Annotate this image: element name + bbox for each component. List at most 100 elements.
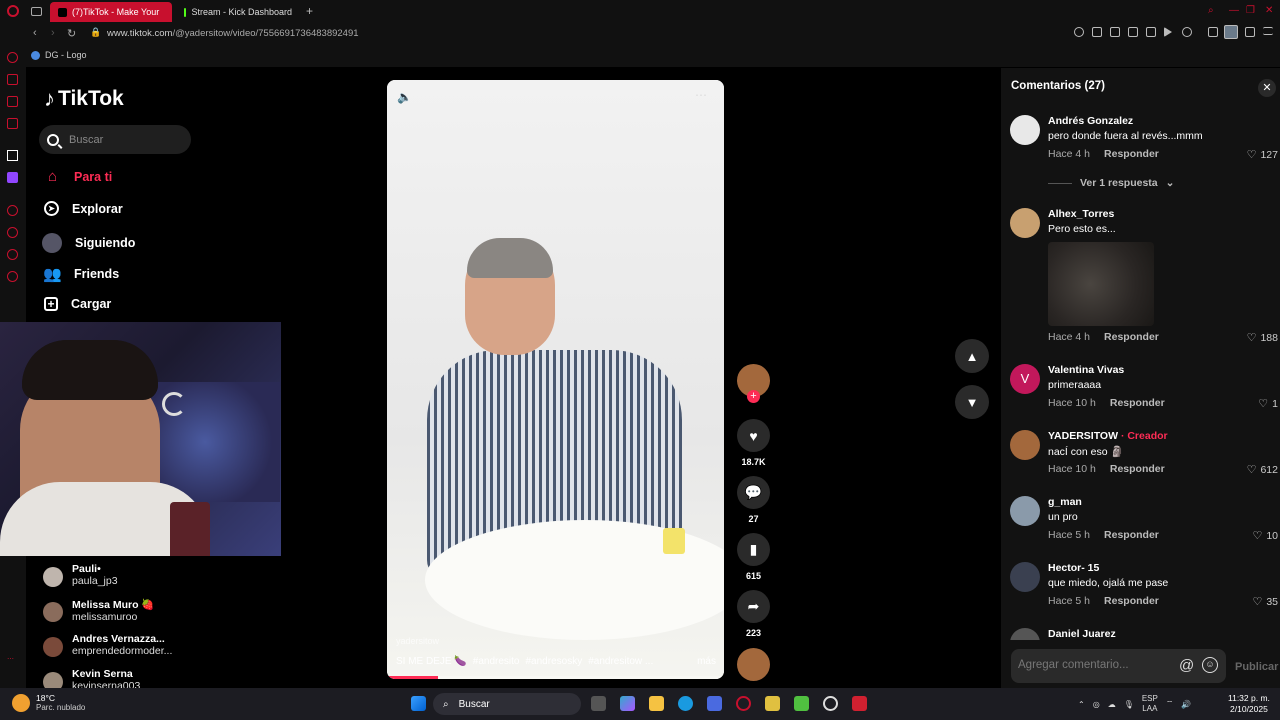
video-player[interactable]: 🔈 ⋯ yadersitow SI ME DEJE 🍆 #andresito #…	[387, 80, 724, 679]
file-explorer-icon[interactable]	[649, 696, 664, 711]
downloads-icon[interactable]	[1245, 27, 1255, 37]
avatar[interactable]	[1010, 628, 1040, 640]
share-action[interactable]: ➦ 223	[737, 590, 770, 638]
taskbar-search[interactable]: ⌕ Buscar	[433, 693, 581, 715]
bookmark-page-icon[interactable]	[1092, 27, 1102, 37]
comment-icon[interactable]: 💬	[737, 476, 770, 509]
sidebar-download-icon[interactable]	[7, 249, 18, 260]
sidebar-more-icon[interactable]: ⋯	[7, 655, 14, 663]
reply-button[interactable]: Responder	[1104, 148, 1159, 160]
avatar[interactable]	[1010, 430, 1040, 460]
app-icon[interactable]	[852, 696, 867, 711]
copilot-icon[interactable]	[620, 696, 635, 711]
follow-plus-icon[interactable]: +	[747, 390, 760, 403]
avatar[interactable]	[1010, 496, 1040, 526]
reload-button[interactable]: ↻	[67, 27, 76, 40]
view-replies-button[interactable]: Ver 1 respuesta ⌄	[1048, 177, 1174, 189]
heart-icon[interactable]: ♥	[737, 419, 770, 452]
mute-icon[interactable]: 🔈	[397, 90, 412, 104]
reply-button[interactable]: Responder	[1104, 595, 1159, 607]
sidebar-mail-icon[interactable]	[7, 118, 18, 129]
close-window-button[interactable]: ✕	[1265, 5, 1273, 16]
nav-explorar[interactable]: ➤ Explorar	[44, 201, 123, 216]
comment-gif-image[interactable]	[1048, 242, 1154, 326]
bookmark-icon[interactable]: ▮	[737, 533, 770, 566]
hashtag[interactable]: #andresito	[473, 656, 520, 667]
nav-siguiendo[interactable]: Siguiendo	[42, 233, 135, 253]
hashtag[interactable]: #andresitow ...	[588, 656, 653, 667]
following-item[interactable]: Kevin Serna kevinserna003	[43, 668, 140, 688]
nav-cargar[interactable]: + Cargar	[44, 297, 111, 311]
progress-track[interactable]	[387, 676, 724, 679]
opera-logo-icon[interactable]	[7, 5, 19, 17]
volume-icon[interactable]: 🔊	[1181, 700, 1191, 709]
comment-like[interactable]: ♡ 1	[1258, 397, 1278, 411]
sidebar-tiktok-icon[interactable]	[7, 150, 18, 161]
next-video-button[interactable]: ▼	[955, 385, 989, 419]
new-tab-button[interactable]: +	[306, 4, 313, 18]
comment-user[interactable]: Andrés Gonzalez	[1048, 115, 1133, 127]
bookmark-dg-logo[interactable]: DG - Logo	[31, 50, 87, 60]
save-action[interactable]: ▮ 615	[737, 533, 770, 581]
player-icon[interactable]	[1164, 27, 1172, 37]
more-options-icon[interactable]: ⋯	[695, 88, 707, 102]
avatar[interactable]	[1010, 115, 1040, 145]
following-item[interactable]: Andres Vernazza... emprendedormoder...	[43, 633, 172, 657]
sidebar-settings-icon[interactable]	[7, 271, 18, 282]
network-icon[interactable]: ⌔	[1166, 699, 1174, 709]
cloud-icon[interactable]: ☁	[1108, 700, 1116, 709]
avatar[interactable]	[1010, 208, 1040, 238]
mention-icon[interactable]: @	[1179, 657, 1194, 674]
comment-user[interactable]: g_man	[1048, 496, 1082, 508]
sidebar-messenger-icon[interactable]	[7, 96, 18, 107]
sidebar-ai-icon[interactable]	[7, 52, 18, 63]
sound-avatar[interactable]	[737, 648, 770, 681]
tab-kick[interactable]: Stream - Kick Dashboard	[176, 2, 300, 22]
comment-like[interactable]: ♡ 10	[1252, 529, 1278, 543]
clock[interactable]: 11:32 p. m. 2/10/2025	[1228, 693, 1270, 715]
tiktok-logo[interactable]: ♪ TikTok	[44, 86, 124, 112]
comment-like[interactable]: ♡ 612	[1247, 463, 1278, 477]
profile-avatar[interactable]	[1224, 25, 1238, 39]
reply-button[interactable]: Responder	[1104, 529, 1159, 541]
opera-taskbar-icon[interactable]	[736, 696, 751, 711]
comment-like[interactable]: ♡ 188	[1247, 331, 1278, 345]
app-icon[interactable]	[794, 696, 809, 711]
nav-para-ti[interactable]: ⌂ Para ti	[44, 168, 112, 185]
avatar[interactable]	[1010, 562, 1040, 592]
following-item[interactable]: Pauli• paula_jp3	[43, 563, 118, 587]
progress-bar[interactable]	[387, 676, 438, 679]
comment-user[interactable]: Valentina Vivas	[1048, 364, 1124, 376]
heart-icon[interactable]	[1182, 27, 1192, 37]
shield-icon[interactable]	[1128, 27, 1138, 37]
sidebar-clock-icon[interactable]	[7, 227, 18, 238]
mic-icon[interactable]: 🎙	[1124, 700, 1134, 709]
comment-action[interactable]: 💬 27	[737, 476, 770, 524]
windows-start-icon[interactable]	[411, 696, 426, 711]
nav-friends[interactable]: 👥 Friends	[43, 265, 119, 283]
url-field[interactable]: www.tiktok.com/@yadersitow/video/7556691…	[107, 28, 359, 39]
tray-app-icon[interactable]: ◎	[1093, 700, 1100, 709]
search-tabs-icon[interactable]: ⌕	[1208, 5, 1214, 16]
comment-like[interactable]: ♡ 127	[1247, 148, 1278, 162]
comment-user[interactable]: YADERSITOW	[1048, 430, 1118, 442]
share-icon[interactable]: ➦	[737, 590, 770, 623]
close-comments-button[interactable]: ✕	[1258, 79, 1276, 97]
sidebar-workspace-icon[interactable]	[7, 74, 18, 85]
snapshot-icon[interactable]	[1110, 27, 1120, 37]
sidebar-twitch-icon[interactable]	[7, 172, 18, 183]
emoji-icon[interactable]: ☺	[1202, 657, 1218, 673]
comment-user[interactable]: Alhex_Torres	[1048, 208, 1114, 220]
like-action[interactable]: ♥ 18.7K	[737, 419, 770, 467]
previous-video-button[interactable]: ▲	[955, 339, 989, 373]
publish-button[interactable]: Publicar	[1235, 661, 1278, 673]
comment-like[interactable]: ♡ 35	[1252, 595, 1278, 609]
reply-button[interactable]: Responder	[1104, 331, 1159, 343]
minimize-button[interactable]: —	[1229, 5, 1239, 16]
language-indicator[interactable]: ESP LAA	[1142, 694, 1158, 714]
search-input[interactable]: Buscar	[39, 125, 191, 154]
tab-overview-icon[interactable]	[31, 7, 42, 16]
tab-tiktok[interactable]: (7)TikTok - Make Your	[50, 2, 172, 22]
menu-icon[interactable]	[1263, 27, 1273, 35]
chevron-up-icon[interactable]: ⌃	[1078, 700, 1085, 709]
